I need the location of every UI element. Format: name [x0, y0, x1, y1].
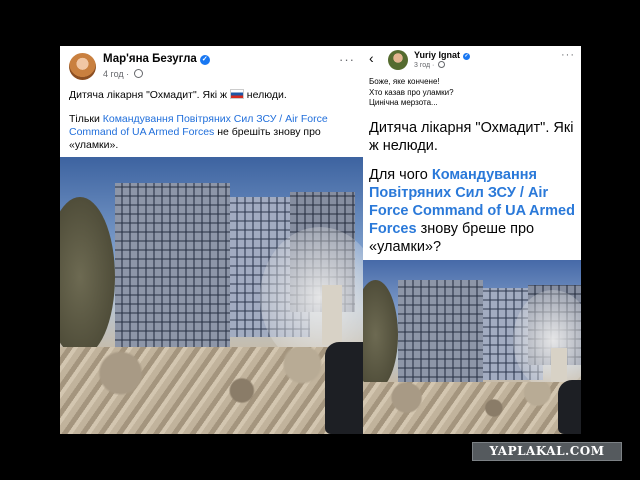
photo-tree	[60, 197, 115, 357]
post-photo[interactable]	[60, 157, 363, 434]
post-photo[interactable]	[363, 260, 581, 434]
post-meta: 4 год ·	[103, 69, 143, 79]
caption-line: Хто казав про уламки?	[369, 87, 454, 97]
post-text-part: нелюди.	[243, 89, 287, 101]
post-text-part: Дитяча лікарня "Охмадит". Які ж	[69, 89, 230, 101]
author-name-row[interactable]: Мар'яна Безугла ✓	[103, 53, 210, 65]
avatar[interactable]	[69, 53, 96, 80]
post-caption: Боже, яке кончене! Хто казав про уламки?…	[369, 77, 454, 109]
photo-pillar	[322, 285, 342, 345]
post-time[interactable]: 3 год	[414, 62, 430, 69]
verified-badge-icon: ✓	[463, 53, 471, 60]
caption-line: Боже, яке кончене!	[369, 77, 440, 86]
photo-rubble	[363, 382, 581, 434]
more-options-icon[interactable]: ···	[561, 49, 575, 61]
photo-tree	[363, 280, 398, 390]
globe-icon	[133, 69, 143, 78]
author-name[interactable]: Yuriy Ignat	[414, 50, 460, 60]
photo-building	[115, 183, 230, 348]
avatar[interactable]	[388, 50, 408, 70]
quoted-text: Дитяча лікарня "Охмадит". Які ж нелюди.	[369, 120, 574, 154]
post-meta: 3 год ·	[414, 61, 446, 69]
caption-line: Цинічна мерзота...	[369, 98, 438, 107]
author-name-row[interactable]: Yuriy Ignat ✓	[414, 50, 471, 60]
post-text-line2: Тільки Командування Повітряних Сил ЗСУ /…	[69, 113, 359, 152]
post-text-line1: Дитяча лікарня "Охмадит". Які ж нелюди.	[69, 89, 287, 101]
post-text-part: Для чого	[369, 167, 432, 183]
back-arrow-icon[interactable]: ‹	[369, 50, 374, 66]
globe-icon	[438, 61, 446, 68]
photo-building	[398, 280, 483, 385]
quoted-question: Для чого Командування Повітряних Сил ЗСУ…	[369, 166, 579, 256]
verified-badge-icon: ✓	[199, 55, 210, 65]
author-name[interactable]: Мар'яна Безугла	[103, 53, 197, 65]
russian-flag-icon	[229, 89, 244, 99]
photo-car	[325, 342, 363, 434]
post-time[interactable]: 4 год	[103, 69, 124, 79]
right-post: ‹ Yuriy Ignat ✓ 3 год · ··· Боже, яке кон…	[363, 46, 581, 434]
post-text-part: Тільки	[69, 113, 103, 125]
photo-rubble	[60, 347, 363, 434]
site-watermark: YAPLAKAL.COM	[472, 442, 622, 461]
more-options-icon[interactable]: ···	[339, 52, 355, 67]
post-header: Мар'яна Безугла ✓ 4 год · ···	[60, 46, 363, 86]
left-post: Мар'яна Безугла ✓ 4 год · ··· Дитяча ліка…	[60, 46, 363, 434]
photo-car	[558, 380, 581, 434]
